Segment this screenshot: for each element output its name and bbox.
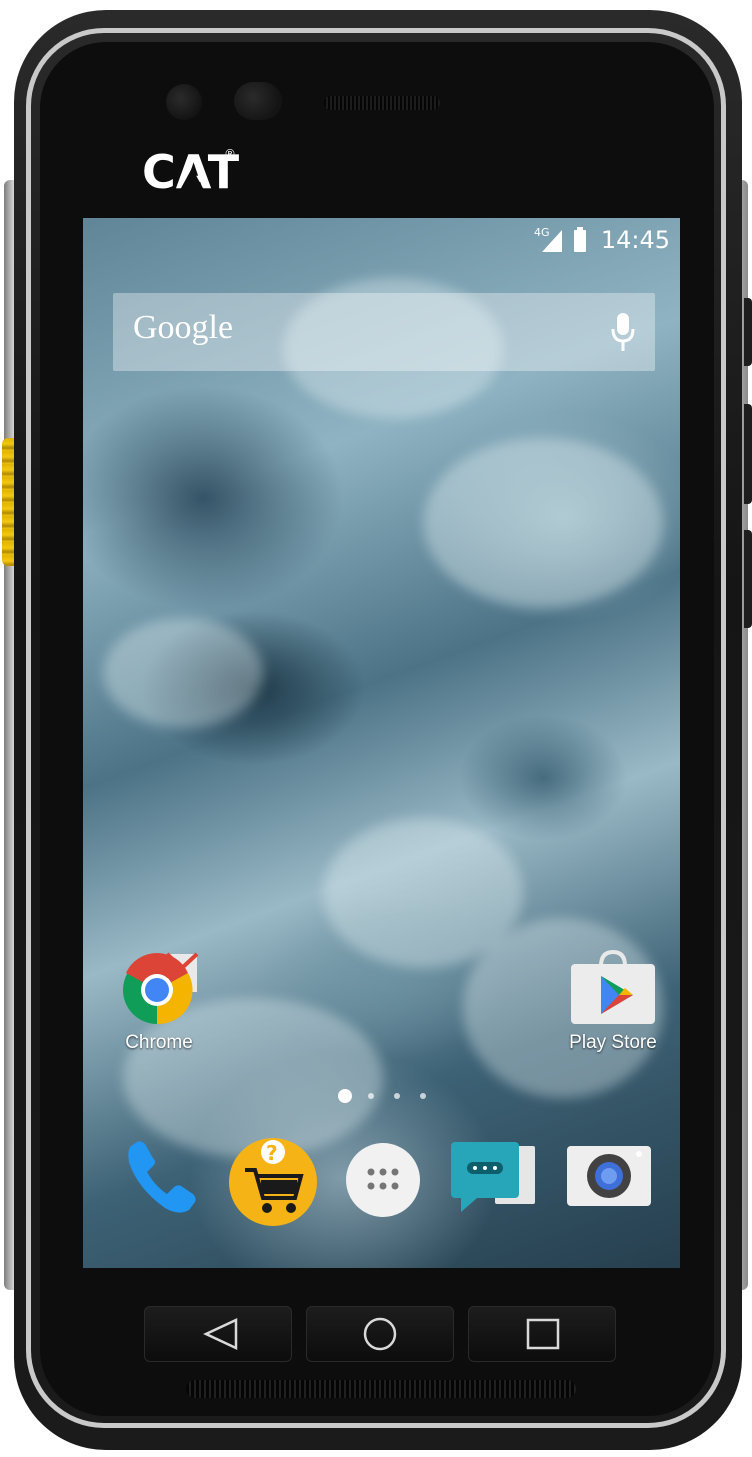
app-label: Play Store <box>569 1032 657 1053</box>
clock: 14:45 <box>600 226 670 254</box>
app-label: Chrome <box>125 1032 193 1053</box>
camera-icon[interactable] <box>565 1140 655 1210</box>
wallpaper-foam <box>423 438 663 608</box>
bottom-speaker <box>186 1380 576 1398</box>
messaging-icon[interactable] <box>447 1136 539 1226</box>
power-button[interactable] <box>744 530 752 628</box>
app-play-store[interactable]: Play Store <box>553 948 673 1054</box>
phone-device: CAT ® 4G 14:45 Google <box>0 0 752 1457</box>
earpiece-speaker <box>324 96 440 110</box>
back-icon <box>203 1318 238 1350</box>
app-drawer-icon[interactable] <box>345 1142 421 1218</box>
google-search-label: Google <box>133 309 234 346</box>
volume-up-button[interactable] <box>744 298 752 366</box>
status-icons: 4G <box>534 226 586 252</box>
volume-down-button[interactable] <box>744 404 752 504</box>
wallpaper-foam <box>103 618 263 728</box>
status-bar: 4G 14:45 <box>83 218 680 260</box>
navigation-bar <box>144 1306 616 1362</box>
recents-icon <box>526 1318 560 1350</box>
cat-logo: CAT ® <box>142 145 240 199</box>
home-icon <box>363 1317 397 1351</box>
play-store-icon <box>571 949 655 1024</box>
recents-button[interactable] <box>468 1306 616 1362</box>
home-button[interactable] <box>306 1306 454 1362</box>
front-camera-icon <box>166 84 202 120</box>
page-indicator <box>338 1089 426 1103</box>
phone-icon[interactable] <box>119 1136 203 1220</box>
chrome-icon <box>123 952 199 1025</box>
mic-icon[interactable] <box>609 311 637 353</box>
home-screen: 4G 14:45 Google Chrome Play Store ? <box>83 218 680 1268</box>
svg-text:?: ? <box>266 1141 278 1165</box>
page-dot[interactable] <box>368 1093 374 1099</box>
network-type-label: 4G <box>534 226 550 239</box>
shop-icon[interactable]: ? <box>227 1136 319 1228</box>
google-search-bar[interactable]: Google <box>113 293 655 371</box>
page-dot-active[interactable] <box>338 1089 352 1103</box>
back-button[interactable] <box>144 1306 292 1362</box>
registered-mark: ® <box>224 147 236 161</box>
page-dot[interactable] <box>420 1093 426 1099</box>
page-dot[interactable] <box>394 1093 400 1099</box>
battery-icon <box>574 230 586 252</box>
proximity-sensor-icon <box>234 82 282 120</box>
app-chrome[interactable]: Chrome <box>109 948 209 1054</box>
